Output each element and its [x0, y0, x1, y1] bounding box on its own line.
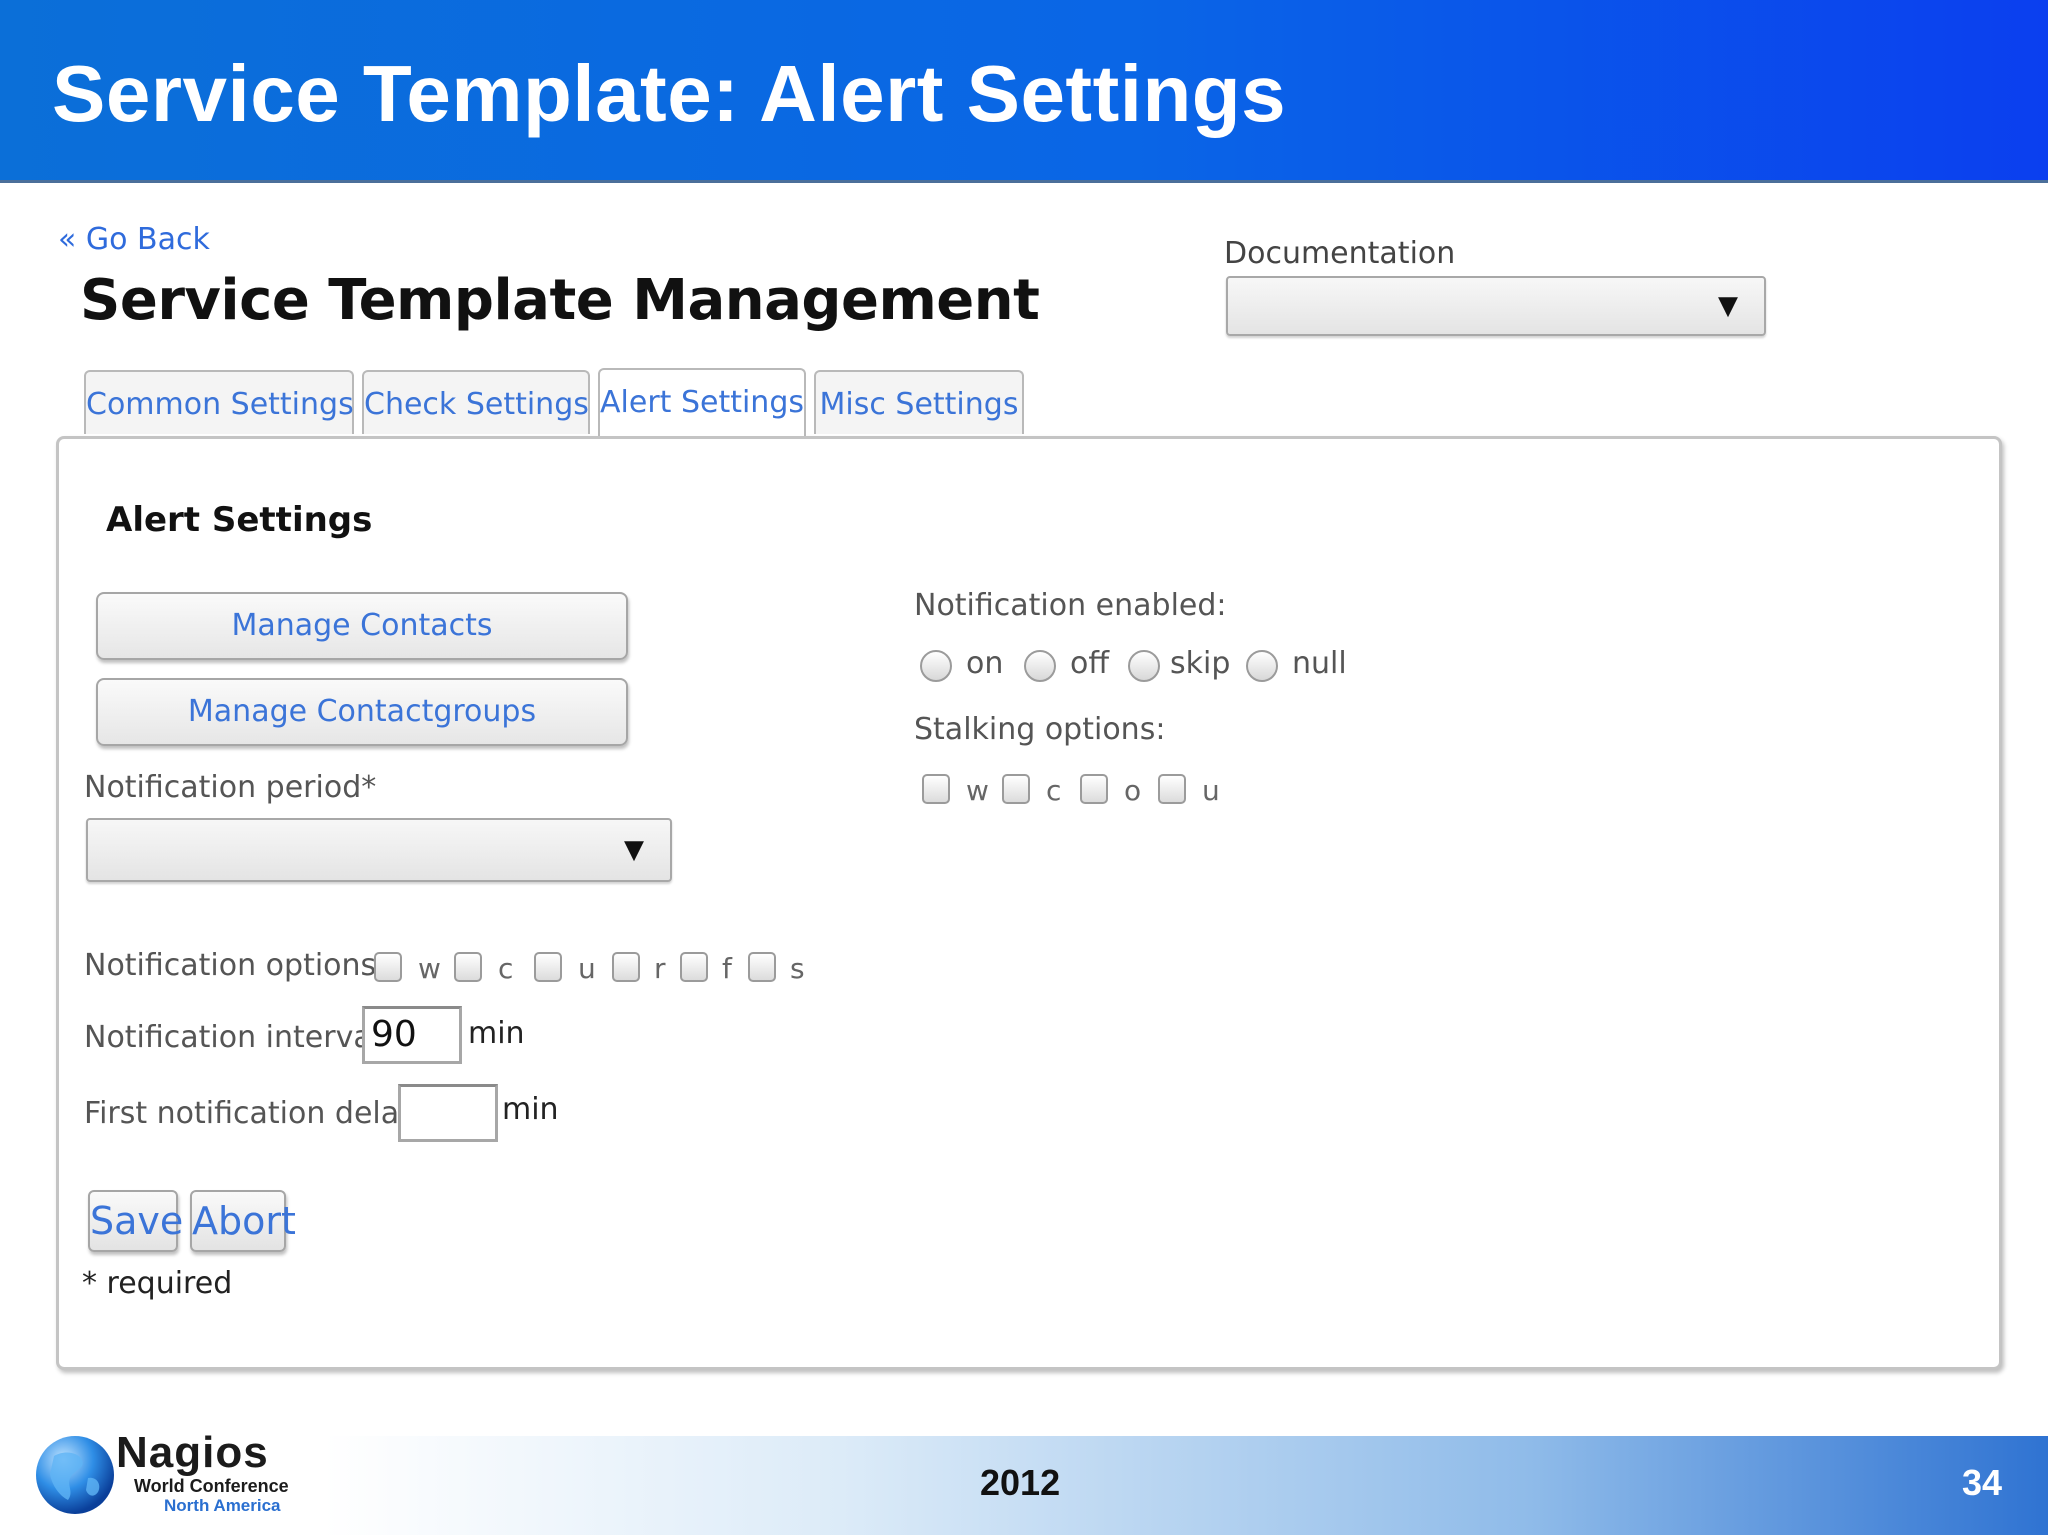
- manage-contacts-button[interactable]: Manage Contacts: [96, 592, 628, 660]
- go-back-link[interactable]: « Go Back: [58, 222, 210, 257]
- notification-enabled-option-label: null: [1292, 646, 1347, 681]
- manage-contactgroups-button[interactable]: Manage Contactgroups: [96, 678, 628, 746]
- page-number: 34: [1962, 1462, 2003, 1503]
- tab-misc-settings[interactable]: Misc Settings: [814, 370, 1024, 434]
- stalking-options-label: Stalking options:: [914, 712, 1166, 747]
- dropdown-arrow-icon: ▼: [1718, 291, 1738, 321]
- stalking-option-w-checkbox[interactable]: [922, 774, 950, 804]
- notification-enabled-on-radio[interactable]: [920, 650, 952, 682]
- stalking-option-label: u: [1202, 774, 1220, 807]
- notification-option-r-checkbox[interactable]: [612, 952, 640, 982]
- tab-alert-settings[interactable]: Alert Settings: [598, 368, 806, 436]
- stalking-option-o-checkbox[interactable]: [1080, 774, 1108, 804]
- notification-option-w-checkbox[interactable]: [374, 952, 402, 982]
- save-button[interactable]: Save: [88, 1190, 183, 1252]
- logo-subtitle-line1: World Conference: [134, 1476, 289, 1496]
- notification-enabled-option-label: skip: [1170, 646, 1231, 681]
- slide-footer-bar: [324, 1436, 2048, 1535]
- abort-button[interactable]: Abort: [190, 1190, 296, 1252]
- notification-enabled-option-label: on: [966, 646, 1004, 681]
- notification-period-select[interactable]: ▼: [86, 818, 672, 882]
- dropdown-arrow-icon: ▼: [624, 835, 644, 865]
- notification-enabled-null-radio[interactable]: [1246, 650, 1278, 682]
- slide-title: Service Template: Alert Settings: [52, 49, 1287, 138]
- notification-enabled-label: Notification enabled:: [914, 588, 1227, 623]
- notification-option-label: f: [722, 952, 732, 985]
- notification-option-s-checkbox[interactable]: [748, 952, 776, 982]
- alert-settings-panel: [56, 436, 2002, 1370]
- documentation-select[interactable]: ▼: [1226, 276, 1766, 336]
- stalking-option-label: c: [1046, 774, 1062, 807]
- nagios-logo: Nagios: [116, 1428, 269, 1477]
- notification-option-label: w: [418, 952, 441, 985]
- tab-common-settings[interactable]: Common Settings: [84, 370, 354, 434]
- notification-interval-input[interactable]: 90: [362, 1006, 462, 1064]
- page-title: Service Template Management: [80, 268, 1040, 333]
- footer-year: 2012: [980, 1462, 1061, 1503]
- required-note: * required: [82, 1266, 233, 1301]
- tab-check-settings[interactable]: Check Settings: [362, 370, 590, 434]
- stalking-option-c-checkbox[interactable]: [1002, 774, 1030, 804]
- notification-options-label: Notification options:: [84, 948, 387, 983]
- notification-option-c-checkbox[interactable]: [454, 952, 482, 982]
- notification-option-label: u: [578, 952, 596, 985]
- documentation-label: Documentation: [1224, 236, 1456, 271]
- first-notification-delay-input[interactable]: [398, 1084, 498, 1142]
- notification-period-label: Notification period*: [84, 770, 377, 805]
- stalking-option-label: o: [1124, 774, 1142, 807]
- notification-interval-unit: min: [468, 1016, 525, 1051]
- notification-enabled-option-label: off: [1070, 646, 1110, 681]
- notification-enabled-skip-radio[interactable]: [1128, 650, 1160, 682]
- globe-icon: [34, 1434, 116, 1516]
- first-notification-delay-label: First notification delay: [84, 1096, 417, 1131]
- first-notification-delay-unit: min: [502, 1092, 559, 1127]
- notification-option-label: s: [790, 952, 805, 985]
- slide-header-banner: Service Template: Alert Settings: [0, 0, 2048, 183]
- notification-interval-label: Notification interval: [84, 1020, 381, 1055]
- notification-enabled-off-radio[interactable]: [1024, 650, 1056, 682]
- stalking-option-label: w: [966, 774, 989, 807]
- section-title: Alert Settings: [106, 500, 373, 540]
- notification-option-label: c: [498, 952, 514, 985]
- notification-option-u-checkbox[interactable]: [534, 952, 562, 982]
- notification-option-f-checkbox[interactable]: [680, 952, 708, 982]
- notification-option-label: r: [654, 952, 666, 985]
- logo-subtitle-line2: North America: [164, 1496, 281, 1515]
- stalking-option-u-checkbox[interactable]: [1158, 774, 1186, 804]
